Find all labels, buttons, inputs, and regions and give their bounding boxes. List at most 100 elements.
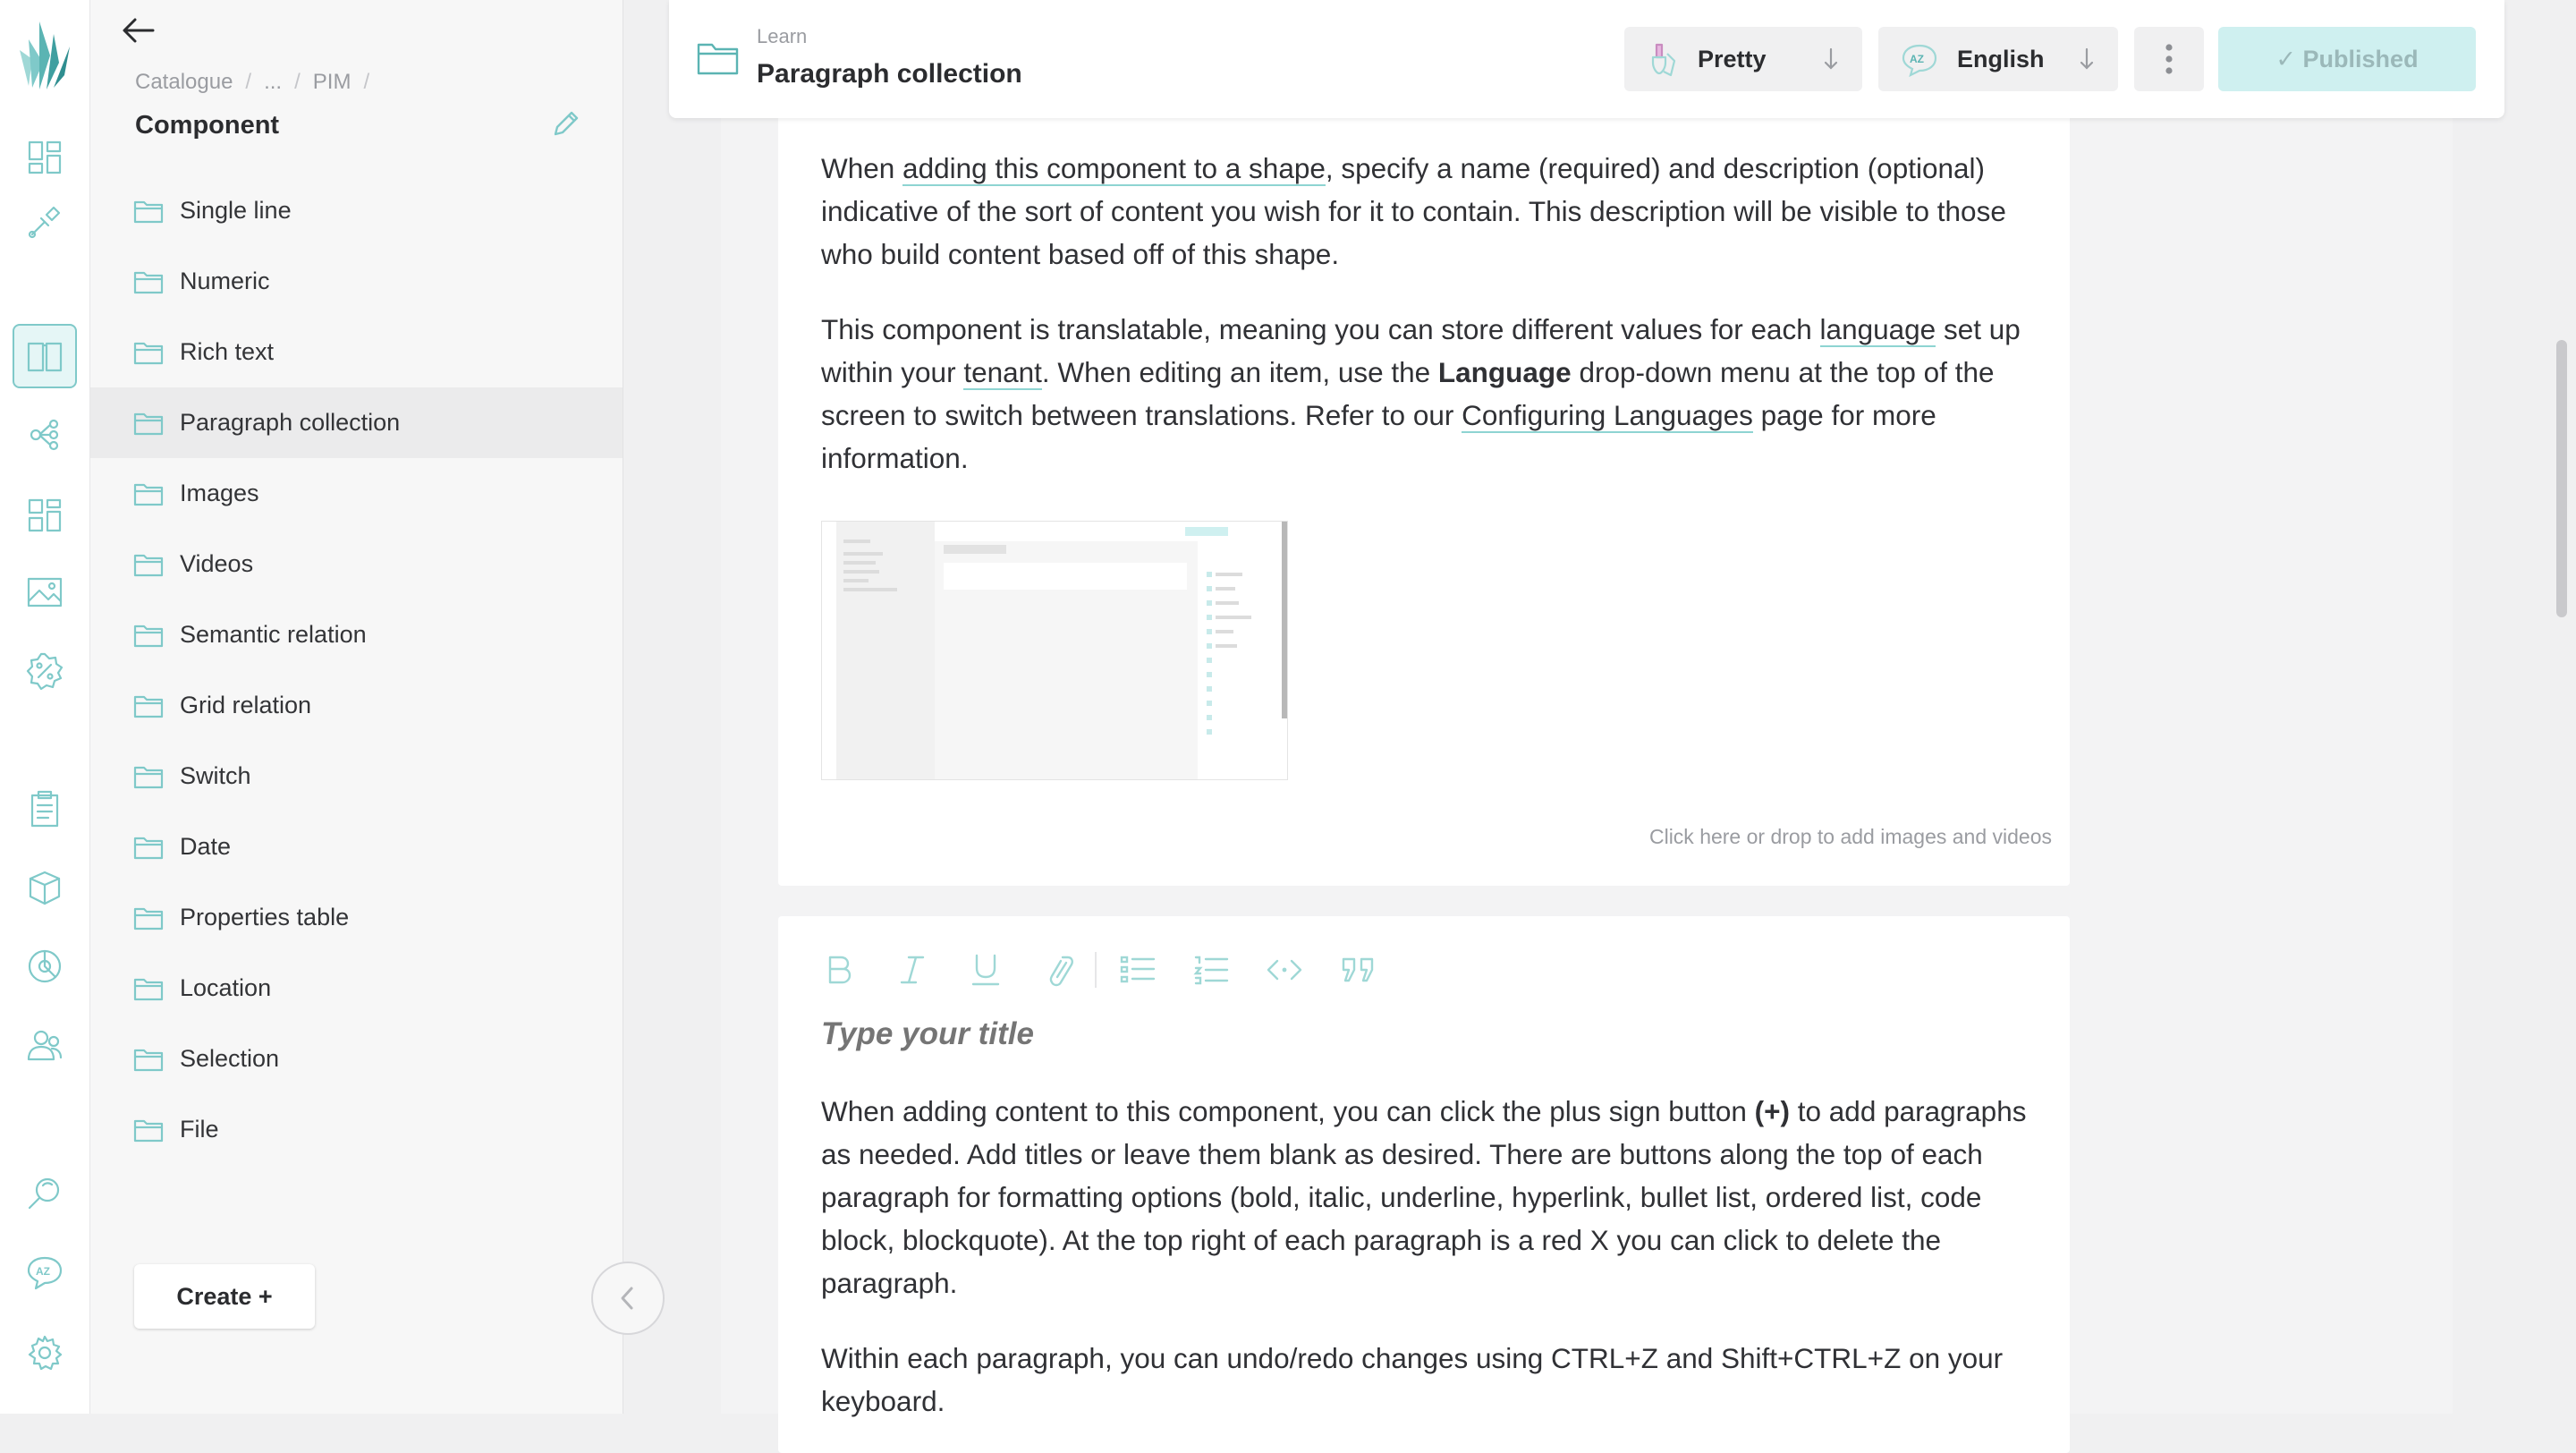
- paragraph-card-1: When adding this component to a shape, s…: [778, 100, 2070, 886]
- book-icon: [27, 342, 63, 372]
- paragraph-card-2: When adding content to this component, y…: [778, 916, 2070, 1453]
- customers-nav-button[interactable]: [13, 1013, 77, 1077]
- folder-icon: [133, 625, 164, 647]
- grid-icon: [28, 498, 62, 532]
- tree-item[interactable]: Properties table: [90, 882, 623, 953]
- box-icon: [29, 871, 61, 905]
- tree-item[interactable]: Rich text: [90, 317, 623, 387]
- percent-icon: [26, 652, 64, 691]
- tree-item[interactable]: Selection: [90, 1024, 623, 1094]
- paragraph-text-3[interactable]: When adding content to this component, y…: [821, 1090, 2038, 1304]
- page-scrollbar[interactable]: [2556, 340, 2567, 617]
- chevron-left-icon: [621, 1287, 633, 1310]
- tree-item-label: Selection: [180, 1045, 280, 1072]
- tree-item[interactable]: Numeric: [90, 246, 623, 317]
- image-icon: [27, 577, 63, 608]
- catalogue-tree-panel: Catalogue /... / PIM / Component Single line…: [90, 0, 665, 1414]
- products-nav-button[interactable]: [13, 855, 77, 920]
- tree-item[interactable]: Switch: [90, 741, 623, 811]
- paragraph-title-input[interactable]: [821, 1016, 1626, 1052]
- bullet-list-icon[interactable]: [1118, 950, 1157, 990]
- paragraph-text-2[interactable]: This component is translatable, meaning …: [821, 308, 2038, 480]
- analytics-nav-button[interactable]: [13, 934, 77, 998]
- settings-nav-button[interactable]: [13, 1321, 77, 1385]
- tree-item[interactable]: Semantic relation: [90, 599, 623, 670]
- breadcrumb-pim[interactable]: PIM: [313, 70, 352, 94]
- link-configuring-languages[interactable]: Configuring Languages: [1462, 399, 1753, 433]
- italic-icon[interactable]: [893, 950, 932, 990]
- tree-item-label: Semantic relation: [180, 621, 367, 648]
- folder-icon: [133, 837, 164, 859]
- add-media-dropzone[interactable]: Click here or drop to add images and vid…: [1649, 825, 2052, 849]
- orders-nav-button[interactable]: [13, 777, 77, 841]
- create-button[interactable]: Create +: [134, 1264, 315, 1329]
- breadcrumb-catalogue[interactable]: Catalogue: [135, 70, 233, 94]
- language-select-value: English: [1957, 45, 2045, 72]
- back-arrow-icon[interactable]: [119, 13, 158, 48]
- version-select[interactable]: Pretty: [1624, 27, 1862, 91]
- brush-icon: [1651, 43, 1676, 77]
- pipette-nav-button[interactable]: [13, 190, 77, 254]
- edit-pencil-icon[interactable]: [550, 109, 580, 140]
- bold-icon[interactable]: [819, 950, 859, 990]
- code-block-icon[interactable]: [1265, 950, 1304, 990]
- link-adding-component[interactable]: adding this component to a shape: [902, 152, 1326, 186]
- chart-pie-icon: [28, 949, 62, 983]
- toolbar-divider: [1095, 952, 1097, 988]
- shapes-nav-button[interactable]: [13, 403, 77, 467]
- shapes-icon: [30, 419, 59, 451]
- more-options-button[interactable]: [2134, 27, 2204, 91]
- price-nav-button[interactable]: [13, 639, 77, 703]
- folder-icon: [133, 483, 164, 506]
- ordered-list-icon[interactable]: [1191, 950, 1231, 990]
- link-language[interactable]: language: [1819, 313, 1936, 347]
- link-icon[interactable]: [1039, 950, 1079, 990]
- folder-icon: [133, 271, 164, 293]
- kebab-menu-icon: [2165, 44, 2173, 74]
- tree-item[interactable]: Single line: [90, 175, 623, 246]
- language-select[interactable]: AZ English: [1878, 27, 2118, 91]
- folder-icon: [133, 1049, 164, 1071]
- collapse-panel-button[interactable]: [591, 1262, 665, 1335]
- crystallize-logo: [20, 21, 70, 89]
- folder-icon: [133, 978, 164, 1000]
- tree-item[interactable]: Grid relation: [90, 670, 623, 741]
- tree-item-label: Rich text: [180, 338, 275, 365]
- tree-item-list: Single line Numeric Rich text Paragraph col…: [90, 175, 623, 1165]
- paragraph-text-4[interactable]: Within each paragraph, you can undo/redo…: [821, 1337, 2038, 1423]
- tree-item[interactable]: Date: [90, 811, 623, 882]
- folder-icon: [697, 43, 739, 75]
- tree-item[interactable]: Videos: [90, 529, 623, 599]
- tree-item[interactable]: Location: [90, 953, 623, 1024]
- item-header-bar: Learn Paragraph collection Pretty AZ Eng…: [669, 0, 2504, 118]
- grids-nav-button[interactable]: [13, 483, 77, 548]
- tree-item[interactable]: Images: [90, 458, 623, 529]
- blockquote-icon[interactable]: [1338, 950, 1377, 990]
- dashboard-nav-button[interactable]: [13, 125, 77, 190]
- search-icon: [28, 1177, 60, 1210]
- underline-icon[interactable]: [966, 950, 1005, 990]
- tree-item-label: Single line: [180, 197, 292, 224]
- tree-item[interactable]: File: [90, 1094, 623, 1165]
- arrow-down-icon: [1824, 47, 1838, 70]
- item-breadcrumb[interactable]: Learn: [757, 25, 807, 48]
- translate-nav-button[interactable]: AZ: [13, 1240, 77, 1304]
- publish-status-button[interactable]: ✓ Published: [2218, 27, 2476, 91]
- media-nav-button[interactable]: [13, 560, 77, 625]
- tree-item-label: Numeric: [180, 268, 270, 294]
- catalogue-nav-button[interactable]: [13, 324, 77, 388]
- dashboard-icon: [28, 140, 62, 174]
- main-nav-rail: AZ: [0, 0, 90, 1414]
- link-tenant[interactable]: tenant: [963, 356, 1042, 390]
- tree-item-label: Videos: [180, 550, 254, 577]
- folder-icon: [133, 342, 164, 364]
- users-icon: [27, 1030, 63, 1061]
- screenshot-thumbnail[interactable]: [821, 521, 1288, 780]
- paragraph-text-1[interactable]: When adding this component to a shape, s…: [821, 147, 2038, 276]
- bold-plus: (+): [1754, 1095, 1791, 1127]
- search-nav-button[interactable]: [13, 1161, 77, 1226]
- breadcrumb-ellipsis[interactable]: ...: [264, 70, 282, 94]
- folder-icon: [133, 907, 164, 930]
- tree-item[interactable]: Paragraph collection: [90, 387, 623, 458]
- screenshot-thumbnail-graphic: [822, 522, 1287, 779]
